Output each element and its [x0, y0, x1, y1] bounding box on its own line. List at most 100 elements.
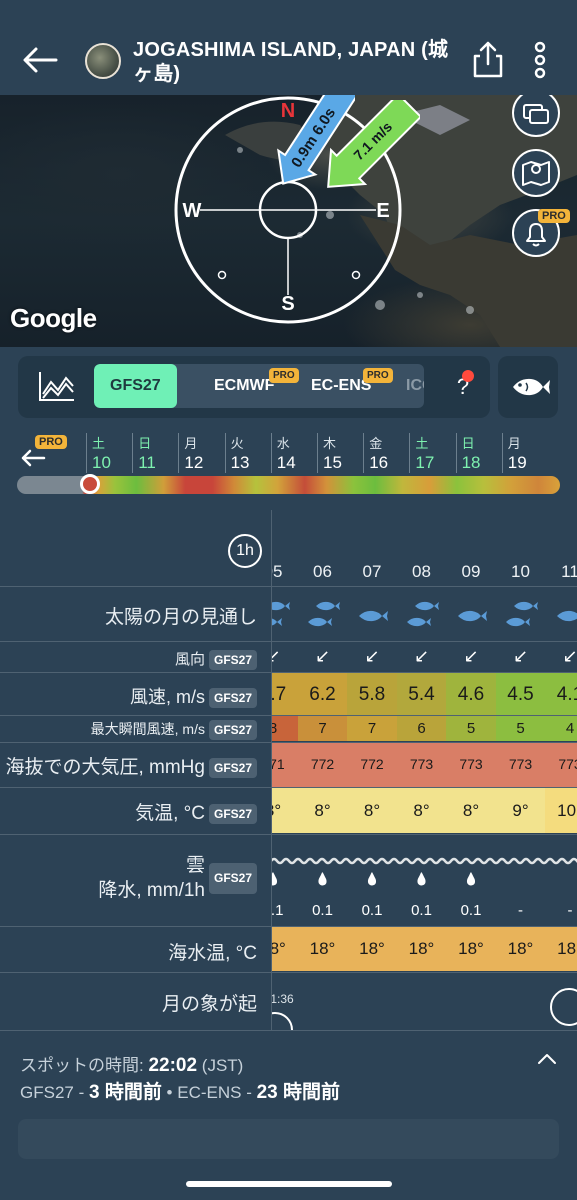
- precip-cell-value: 0.1: [460, 902, 482, 919]
- day-of-week: 水: [276, 436, 290, 451]
- model-tag: GFS27: [208, 720, 257, 741]
- compass-west: W: [183, 200, 202, 222]
- wind-cell-value: 4.6: [446, 673, 496, 716]
- model-tab-gfs27[interactable]: GFS27: [94, 364, 177, 408]
- day-number: 10: [92, 453, 111, 472]
- page-title: JOGASHIMA ISLAND, JAPAN (城ヶ島): [133, 39, 449, 85]
- label-direction-text: 風向: [174, 651, 205, 668]
- label-moon: 月の象が起: [161, 994, 257, 1015]
- model-tab-ico[interactable]: ICO: [406, 364, 424, 408]
- dir-arrow-value: ↙: [364, 646, 380, 666]
- day-of-week: 火: [230, 436, 244, 451]
- model-tag: GFS27: [208, 757, 257, 778]
- compass-south: S: [281, 293, 294, 315]
- back-arrow-icon[interactable]: [20, 42, 60, 78]
- label-cloud-precip: 雲 降水, mm/1h GFS27: [98, 853, 257, 903]
- ecmwf-pro-badge: PRO: [269, 368, 299, 383]
- forecast-data[interactable]: 05↙6.787718°💧0.118°06↙6.277728°💧0.118°07…: [271, 510, 577, 1030]
- hour-value: 05: [271, 562, 283, 581]
- timeline-knob[interactable]: [80, 474, 100, 494]
- day-number: 13: [230, 453, 250, 472]
- divider: [0, 672, 577, 673]
- interval-toggle[interactable]: 1h: [228, 534, 262, 568]
- moon-icon: [271, 1012, 293, 1030]
- hour-value: 09: [461, 562, 481, 581]
- label-direction: 風向 GFS27: [174, 648, 257, 671]
- day-item[interactable]: 火 13: [224, 433, 265, 473]
- fishing-button[interactable]: [498, 356, 558, 418]
- press-cell-value: 773: [446, 742, 496, 787]
- model-tab-ecmwf[interactable]: ECMWF PRO: [214, 364, 299, 408]
- model-update-times: GFS27 - 3 時間前 • EC-ENS - 23 時間前: [20, 1077, 340, 1104]
- days-back-icon[interactable]: [20, 448, 46, 468]
- day-item[interactable]: 月 12: [178, 433, 218, 473]
- fish-icon: [271, 598, 298, 634]
- fish-icon: [545, 598, 577, 634]
- model-tag: GFS27: [208, 862, 257, 894]
- spot-map[interactable]: N W E S 0.9m 6.0s 7.1 m/s PRO Google: [0, 95, 577, 347]
- wind-arrow: 7.1 m/s: [327, 100, 420, 188]
- spot-time-label: スポットの時間:: [20, 1056, 149, 1075]
- cloud-line-icon: [271, 857, 577, 865]
- precip-cell-value: 0.1: [361, 902, 383, 919]
- gfs-update-value: 3 時間前: [88, 1082, 162, 1103]
- temp-cell-value: 8°: [297, 788, 348, 833]
- press-cell-value: 772: [297, 742, 348, 787]
- ecens-update-value: 23 時間前: [256, 1082, 340, 1103]
- day-of-week: 日: [461, 436, 475, 451]
- day-item[interactable]: 土 17: [409, 433, 449, 473]
- precip-cell-value: -: [518, 902, 523, 919]
- wind-cell-value: 4.1: [545, 673, 577, 716]
- divider: [0, 586, 577, 587]
- sea-cell-value: 18°: [396, 927, 447, 971]
- model-tab-ec-ens[interactable]: EC-ENS PRO: [311, 364, 393, 408]
- day-item[interactable]: 木 15: [317, 433, 357, 473]
- hour-value: 08: [412, 562, 431, 581]
- spot-avatar[interactable]: [85, 43, 121, 79]
- gust-cell-value: 5: [446, 716, 496, 741]
- precip-cell-value: 0.1: [411, 902, 432, 919]
- day-of-week: 土: [92, 436, 106, 451]
- divider: [0, 742, 577, 743]
- divider: [0, 787, 577, 788]
- model-tabs: GFS27 ECMWF PRO EC-ENS PRO ICO: [94, 364, 424, 408]
- hour-value: 06: [313, 562, 332, 581]
- notification-dot: [462, 370, 474, 382]
- day-of-week: 月: [184, 436, 198, 451]
- label-sea-temp: 海水温, °C: [168, 943, 257, 964]
- spot-time-tz: (JST): [197, 1056, 244, 1075]
- home-indicator[interactable]: [186, 1181, 392, 1187]
- spot-time-value: 22:02: [148, 1055, 198, 1076]
- map-view-button[interactable]: [512, 149, 560, 197]
- divider: [0, 641, 577, 642]
- model-tag: GFS27: [208, 803, 257, 824]
- sea-cell-value: 18°: [545, 927, 577, 971]
- more-options-icon[interactable]: [528, 40, 552, 80]
- ecens-update-label: EC-ENS -: [177, 1083, 257, 1102]
- wind-cell-value: 6.7: [271, 673, 298, 716]
- share-icon[interactable]: [470, 40, 506, 80]
- footer-panel: スポットの時間: 22:02 (JST) GFS27 - 3 時間前 • EC-…: [0, 1030, 577, 1200]
- day-item[interactable]: 金 16: [363, 433, 403, 473]
- chevron-up-icon[interactable]: [536, 1051, 558, 1067]
- precip-cell-value: 0.1: [312, 902, 333, 919]
- divider: [0, 715, 577, 716]
- chart-icon[interactable]: [36, 370, 76, 402]
- day-item[interactable]: 月 19: [501, 433, 542, 473]
- day-item[interactable]: 水 14: [270, 433, 311, 473]
- bottom-card[interactable]: [18, 1119, 559, 1159]
- day-item[interactable]: 日 18: [455, 433, 496, 473]
- fish-icon: [347, 598, 397, 634]
- moon-icon: [550, 988, 577, 1026]
- hour-value: 07: [362, 562, 382, 581]
- forecast-table: 05↙6.787718°💧0.118°06↙6.277728°💧0.118°07…: [0, 510, 577, 1030]
- day-item[interactable]: 日 11: [132, 433, 172, 473]
- day-of-week: 金: [369, 436, 383, 451]
- day-number: 11: [138, 453, 156, 472]
- gust-cell-value: 7: [347, 716, 397, 741]
- day-of-week: 木: [323, 436, 337, 451]
- day-item[interactable]: 土 10: [86, 433, 126, 473]
- chat-button[interactable]: [512, 95, 560, 137]
- press-cell-value: 773: [495, 742, 546, 787]
- temp-cell-value: 8°: [396, 788, 447, 833]
